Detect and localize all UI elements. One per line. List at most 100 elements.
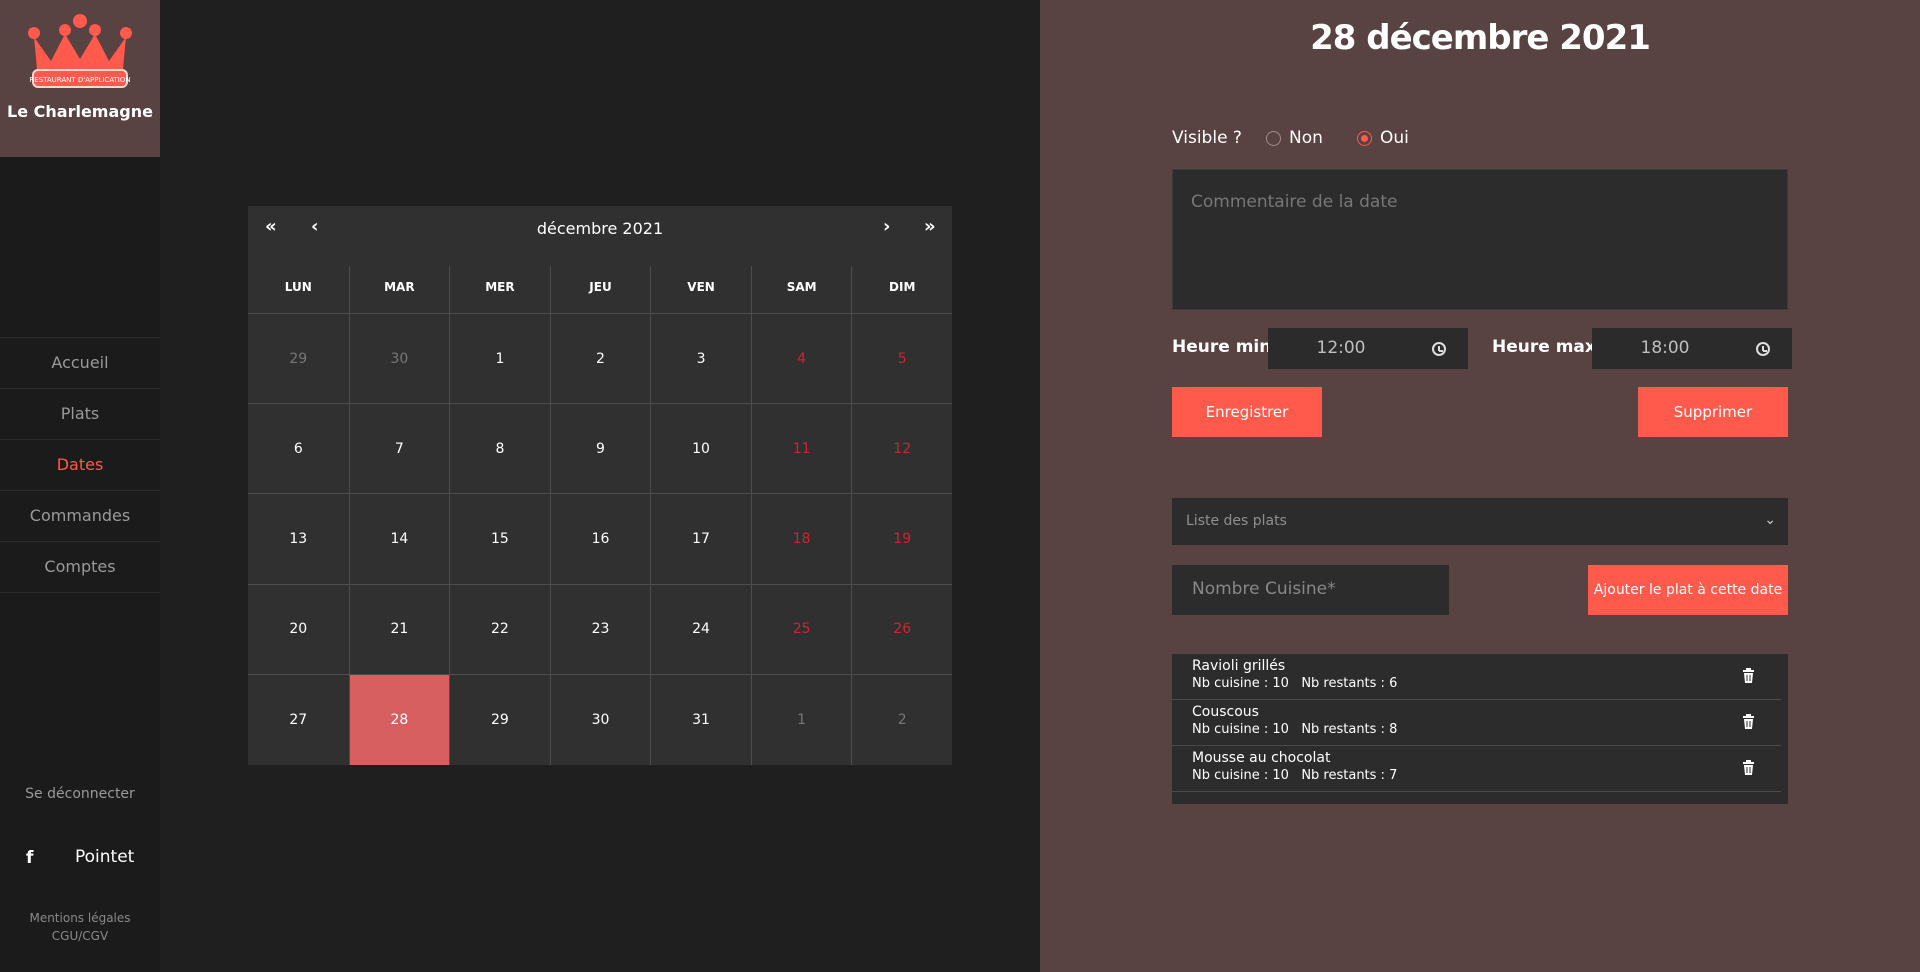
- weekday-sam: SAM: [750, 266, 852, 314]
- dish-select-placeholder: Liste des plats: [1186, 513, 1287, 529]
- calendar-day[interactable]: 11: [750, 404, 852, 495]
- calendar-day[interactable]: 24: [650, 584, 751, 675]
- next-month-button[interactable]: ›: [883, 216, 890, 237]
- restaurant-crown-logo: RESTAURANT D'APPLICATION: [28, 14, 132, 88]
- calendar-day[interactable]: 18: [750, 494, 852, 585]
- dish-row: Ravioli grillés Nb cuisine : 10 Nb resta…: [1172, 654, 1781, 700]
- calendar-day[interactable]: 6: [248, 404, 349, 495]
- sidebar-nav: Accueil Plats Dates Commandes Comptes: [0, 337, 160, 593]
- calendar-day[interactable]: 25: [750, 584, 852, 675]
- facebook-link-label[interactable]: Pointet: [75, 847, 134, 867]
- hour-max-value: 18:00: [1640, 338, 1690, 358]
- delete-button[interactable]: Supprimer: [1638, 387, 1788, 437]
- visible-label: Visible ?: [1172, 128, 1242, 148]
- calendar-day[interactable]: 30: [549, 674, 651, 765]
- calendar-day[interactable]: 10: [650, 404, 751, 495]
- terms-link[interactable]: CGU/CGV: [0, 927, 160, 945]
- trash-icon[interactable]: [1742, 760, 1755, 775]
- calendar-day[interactable]: 16: [549, 494, 651, 585]
- date-detail-panel: 28 décembre 2021 Visible ? Non Oui Comme…: [1040, 0, 1920, 972]
- calendar-day[interactable]: 31: [650, 674, 751, 765]
- date-comment-textarea[interactable]: Commentaire de la date: [1172, 169, 1788, 310]
- weekday-mer: MER: [449, 266, 550, 314]
- weekday-header-row: LUN MAR MER JEU VEN SAM DIM: [248, 266, 952, 314]
- trash-icon[interactable]: [1742, 668, 1755, 683]
- calendar-day[interactable]: 15: [449, 494, 550, 585]
- calendar-day[interactable]: 29: [449, 674, 550, 765]
- calendar-day[interactable]: 3: [650, 314, 751, 405]
- restaurant-name: Le Charlemagne: [7, 102, 153, 121]
- dish-name: Couscous: [1192, 704, 1259, 720]
- dish-name: Ravioli grillés: [1192, 658, 1286, 674]
- calendar-day[interactable]: 7: [348, 404, 450, 495]
- calendar-day[interactable]: 13: [248, 494, 349, 585]
- facebook-icon[interactable]: f: [26, 848, 33, 868]
- dish-stats: Nb cuisine : 10 Nb restants : 8: [1192, 722, 1398, 737]
- sidebar-item-dates[interactable]: Dates: [0, 440, 160, 491]
- add-dish-button[interactable]: Ajouter le plat à cette date: [1588, 565, 1788, 615]
- calendar-day[interactable]: 14: [348, 494, 450, 585]
- calendar-day[interactable]: 1: [449, 314, 550, 405]
- svg-text:RESTAURANT D'APPLICATION: RESTAURANT D'APPLICATION: [29, 76, 130, 84]
- kitchen-count-input[interactable]: Nombre Cuisine*: [1172, 565, 1449, 615]
- weekday-jeu: JEU: [549, 266, 651, 314]
- selected-date-title: 28 décembre 2021: [1310, 18, 1651, 58]
- visible-oui-label[interactable]: Oui: [1380, 128, 1409, 148]
- save-button[interactable]: Enregistrer: [1172, 387, 1322, 437]
- calendar-days-grid: 29 30 1 2 3 4 5 6 7 8 9 10 11 12 13 14 15 16 17 18 19 20 21 22 2…: [248, 314, 952, 765]
- sidebar-item-comptes[interactable]: Comptes: [0, 542, 160, 593]
- weekday-lun: LUN: [248, 266, 349, 314]
- calendar-day[interactable]: 22: [449, 584, 550, 675]
- dish-row: Mousse au chocolat Nb cuisine : 10 Nb re…: [1172, 746, 1781, 792]
- calendar-day[interactable]: 1: [750, 674, 852, 765]
- hour-min-value: 12:00: [1316, 338, 1366, 358]
- month-calendar: « ‹ décembre 2021 › » LUN MAR MER JEU VEN SAM…: [248, 206, 952, 765]
- calendar-day[interactable]: 29: [248, 314, 349, 405]
- calendar-day[interactable]: 9: [549, 404, 651, 495]
- weekday-dim: DIM: [851, 266, 952, 314]
- dish-select[interactable]: Liste des plats ⌄: [1172, 498, 1788, 545]
- sidebar-item-accueil[interactable]: Accueil: [0, 338, 160, 389]
- calendar-day[interactable]: 26: [851, 584, 952, 675]
- date-dishes-list: Ravioli grillés Nb cuisine : 10 Nb resta…: [1172, 654, 1788, 804]
- legal-links: Mentions légales CGU/CGV: [0, 909, 160, 945]
- clock-icon[interactable]: [1756, 342, 1770, 356]
- calendar-day[interactable]: 4: [750, 314, 852, 405]
- calendar-month-title[interactable]: décembre 2021: [248, 219, 952, 238]
- chevron-down-icon: ⌄: [1764, 512, 1776, 528]
- calendar-day[interactable]: 19: [851, 494, 952, 585]
- calendar-day[interactable]: 5: [851, 314, 952, 405]
- trash-icon[interactable]: [1742, 714, 1755, 729]
- calendar-day[interactable]: 20: [248, 585, 349, 675]
- calendar-day[interactable]: 30: [348, 314, 450, 405]
- calendar-day[interactable]: 28: [348, 674, 450, 765]
- calendar-day[interactable]: 21: [348, 584, 450, 675]
- visible-non-label[interactable]: Non: [1289, 128, 1323, 148]
- visible-non-radio[interactable]: [1266, 131, 1281, 146]
- calendar-day[interactable]: 12: [851, 404, 952, 495]
- brand-block: RESTAURANT D'APPLICATION Le Charlemagne: [0, 0, 160, 157]
- dish-name: Mousse au chocolat: [1192, 750, 1331, 766]
- calendar-day[interactable]: 2: [851, 674, 952, 765]
- hour-min-input[interactable]: 12:00: [1268, 328, 1468, 369]
- dish-stats: Nb cuisine : 10 Nb restants : 7: [1192, 768, 1398, 783]
- calendar-day[interactable]: 27: [248, 675, 349, 765]
- calendar-day[interactable]: 17: [650, 494, 751, 585]
- last-month-button[interactable]: »: [924, 216, 936, 237]
- sidebar-item-plats[interactable]: Plats: [0, 389, 160, 440]
- sidebar-item-commandes[interactable]: Commandes: [0, 491, 160, 542]
- calendar-day[interactable]: 23: [549, 584, 651, 675]
- clock-icon[interactable]: [1432, 342, 1446, 356]
- weekday-mar: MAR: [348, 266, 450, 314]
- calendar-header: « ‹ décembre 2021 › »: [248, 206, 952, 252]
- legal-notice-link[interactable]: Mentions légales: [0, 909, 160, 927]
- dish-stats: Nb cuisine : 10 Nb restants : 6: [1192, 676, 1398, 691]
- calendar-day[interactable]: 8: [449, 404, 550, 495]
- hour-max-input[interactable]: 18:00: [1592, 328, 1792, 369]
- visible-oui-radio[interactable]: [1357, 131, 1372, 146]
- sidebar: RESTAURANT D'APPLICATION Le Charlemagne …: [0, 0, 160, 972]
- logout-link[interactable]: Se déconnecter: [0, 786, 160, 802]
- dish-row: Couscous Nb cuisine : 10 Nb restants : 8: [1172, 700, 1781, 746]
- calendar-day[interactable]: 2: [549, 314, 651, 405]
- weekday-ven: VEN: [650, 266, 751, 314]
